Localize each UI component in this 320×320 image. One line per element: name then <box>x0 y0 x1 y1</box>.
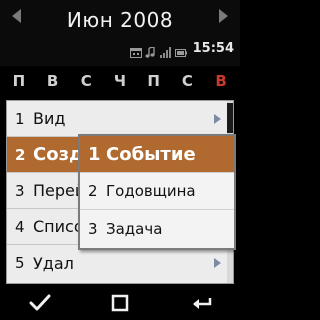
month-title: Июн 2008 <box>66 8 174 32</box>
submenu-item-anniversary[interactable]: 2 Годовщина <box>80 173 234 210</box>
submenu-item-number: 2 <box>88 182 98 200</box>
back-icon[interactable] <box>182 290 222 316</box>
menu-item-number: 5 <box>15 254 25 272</box>
square-icon[interactable] <box>100 290 140 316</box>
create-submenu: 1 Событие 2 Годовщина 3 Задача <box>78 134 236 250</box>
weekday-thu: Ч <box>113 72 127 90</box>
weekday-wed: С <box>80 72 92 90</box>
softkey-bar <box>0 286 240 320</box>
menu-item-label: Созд <box>33 144 84 165</box>
clock-time: 15:54 <box>192 40 234 56</box>
submenu-item-number: 3 <box>88 219 98 238</box>
menu-item-number: 4 <box>15 217 25 236</box>
menu-item-number: 3 <box>15 181 25 200</box>
menu-item-label: Списо <box>33 217 84 236</box>
weekday-tue: В <box>46 72 59 90</box>
weekday-mon: П <box>12 72 26 90</box>
weekday-row: П В С Ч П С В <box>0 68 240 94</box>
signal-icon <box>159 43 172 58</box>
submenu-arrow-icon <box>214 258 221 268</box>
menu-item-view[interactable]: 1 Вид <box>7 101 229 137</box>
submenu-item-task[interactable]: 3 Задача <box>80 210 234 247</box>
submenu-item-event[interactable]: 1 Событие <box>80 136 234 173</box>
music-note-icon <box>145 43 157 58</box>
status-bar: 15:54 <box>129 40 234 58</box>
scrollbar-thumb[interactable] <box>227 103 233 133</box>
submenu-item-label: Задача <box>106 219 163 238</box>
menu-item-delete[interactable]: 5 Удал <box>7 245 229 281</box>
weekday-fri: П <box>147 72 160 90</box>
menu-item-number: 2 <box>15 145 26 164</box>
calendar-header: Июн 2008 15:54 <box>0 0 240 66</box>
menu-item-label: Удал <box>33 253 74 273</box>
menu-item-number: 1 <box>15 109 25 128</box>
weekday-sat: С <box>181 72 193 90</box>
submenu-arrow-icon <box>214 113 221 124</box>
submenu-item-number: 1 <box>88 143 101 165</box>
weekday-sun: В <box>215 72 227 90</box>
check-icon[interactable] <box>20 290 60 316</box>
next-month-arrow-icon[interactable] <box>219 9 228 23</box>
menu-item-label: Вид <box>33 109 66 128</box>
submenu-item-label: Годовщина <box>106 182 196 200</box>
submenu-item-label: Событие <box>106 143 196 165</box>
battery-icon <box>174 43 187 57</box>
calendar-icon <box>129 43 142 58</box>
